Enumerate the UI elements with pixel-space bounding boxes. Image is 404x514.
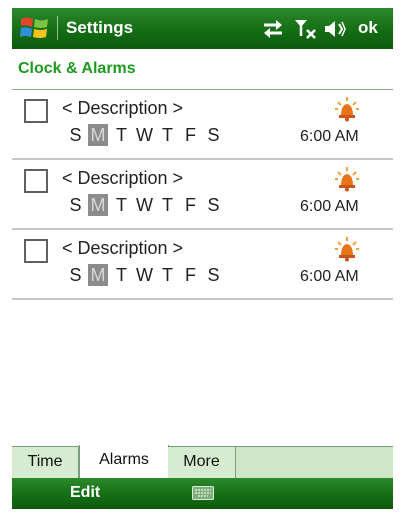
- device-screen: Settings ok Clock & Alarms < Description…: [12, 8, 393, 509]
- day-toggle[interactable]: S: [64, 194, 87, 216]
- day-toggle[interactable]: T: [110, 264, 133, 286]
- sync-icon[interactable]: [262, 19, 284, 39]
- day-toggle[interactable]: T: [110, 124, 133, 146]
- alarm-time[interactable]: 6:00 AM: [300, 128, 359, 146]
- day-toggle[interactable]: S: [64, 124, 87, 146]
- tab-alarms[interactable]: Alarms: [79, 445, 169, 479]
- alarm-enable-checkbox[interactable]: [24, 239, 48, 263]
- alarm-row[interactable]: < Description > S M T W T F S 6:00 AM: [12, 160, 393, 230]
- day-toggle[interactable]: T: [156, 194, 179, 216]
- alarm-time[interactable]: 6:00 AM: [300, 198, 359, 216]
- alarm-bell-icon: [334, 236, 360, 262]
- alarm-description[interactable]: < Description >: [62, 98, 183, 119]
- tab-label: Alarms: [99, 451, 149, 468]
- empty-list-area: [12, 306, 393, 446]
- alarm-row[interactable]: < Description > S M T W T F S 6:00 AM: [12, 230, 393, 300]
- alarm-description[interactable]: < Description >: [62, 168, 183, 189]
- alarm-days: S M T W T F S: [64, 194, 225, 216]
- alarm-bell-icon: [334, 166, 360, 192]
- alarm-enable-checkbox[interactable]: [24, 99, 48, 123]
- day-toggle[interactable]: S: [202, 194, 225, 216]
- alarm-time[interactable]: 6:00 AM: [300, 268, 359, 286]
- day-toggle[interactable]: F: [179, 264, 202, 286]
- day-toggle[interactable]: S: [202, 264, 225, 286]
- title-separator: [57, 16, 58, 40]
- softkey-bar: Edit: [12, 478, 393, 509]
- tab-strip: Time Alarms More: [12, 445, 393, 479]
- tab-label: Time: [27, 453, 63, 470]
- day-toggle[interactable]: F: [179, 124, 202, 146]
- section-title: Clock & Alarms: [18, 60, 136, 77]
- alarm-bell-icon: [334, 96, 360, 122]
- alarm-description[interactable]: < Description >: [62, 238, 183, 259]
- edit-softkey[interactable]: Edit: [70, 484, 100, 502]
- day-toggle[interactable]: W: [133, 124, 156, 146]
- day-toggle[interactable]: S: [202, 124, 225, 146]
- day-toggle[interactable]: W: [133, 194, 156, 216]
- keyboard-icon[interactable]: [192, 486, 214, 500]
- window-title: Settings: [66, 18, 134, 37]
- alarm-days: S M T W T F S: [64, 124, 225, 146]
- day-toggle[interactable]: W: [133, 264, 156, 286]
- day-toggle[interactable]: M: [88, 124, 108, 146]
- day-toggle[interactable]: M: [88, 194, 108, 216]
- ok-button[interactable]: ok: [358, 18, 378, 38]
- section-header: Clock & Alarms: [12, 49, 393, 90]
- signal-off-icon[interactable]: [294, 18, 318, 40]
- day-toggle[interactable]: T: [156, 124, 179, 146]
- day-toggle[interactable]: T: [156, 264, 179, 286]
- day-toggle[interactable]: T: [110, 194, 133, 216]
- windows-start-icon[interactable]: [18, 13, 52, 44]
- day-toggle[interactable]: S: [64, 264, 87, 286]
- tab-time[interactable]: Time: [12, 447, 79, 478]
- volume-icon[interactable]: [324, 19, 346, 39]
- alarm-row[interactable]: < Description > S M T W T F S 6:00 AM: [12, 90, 393, 160]
- day-toggle[interactable]: F: [179, 194, 202, 216]
- alarm-days: S M T W T F S: [64, 264, 225, 286]
- tab-label: More: [183, 453, 220, 470]
- tab-more[interactable]: More: [168, 447, 236, 478]
- title-bar: Settings ok: [12, 8, 393, 49]
- alarm-enable-checkbox[interactable]: [24, 169, 48, 193]
- day-toggle[interactable]: M: [88, 264, 108, 286]
